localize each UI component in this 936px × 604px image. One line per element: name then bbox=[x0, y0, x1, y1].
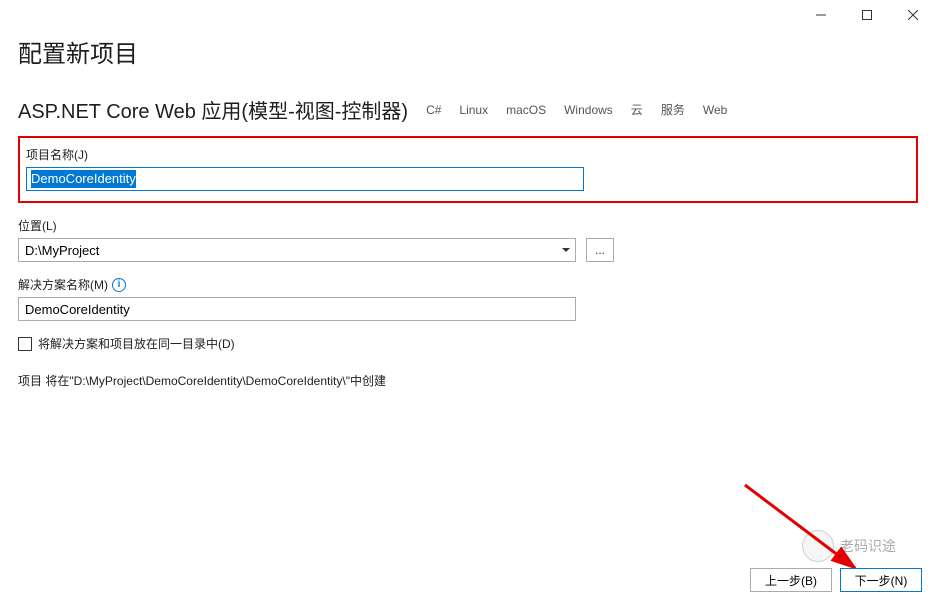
tag: 服务 bbox=[661, 99, 685, 120]
back-button[interactable]: 上一步(B) bbox=[750, 568, 832, 592]
tag: macOS bbox=[506, 101, 546, 119]
watermark-avatar bbox=[802, 530, 834, 562]
minimize-button[interactable] bbox=[798, 0, 844, 30]
location-value: D:\MyProject bbox=[19, 243, 557, 258]
page-title: 配置新项目 bbox=[18, 34, 918, 69]
project-name-label: 项目名称(J) bbox=[26, 146, 906, 163]
footer-buttons: 上一步(B) 下一步(N) bbox=[750, 568, 922, 592]
tag: 云 bbox=[631, 99, 643, 120]
tag: Web bbox=[703, 101, 727, 119]
solution-name-label-text: 解决方案名称(M) bbox=[18, 276, 108, 293]
location-label: 位置(L) bbox=[18, 217, 918, 234]
watermark: 老码识途 bbox=[802, 530, 896, 562]
browse-button[interactable]: ... bbox=[586, 238, 614, 262]
project-path-info: 项目 将在"D:\MyProject\DemoCoreIdentity\Demo… bbox=[18, 372, 918, 389]
tag: C# bbox=[426, 101, 441, 119]
same-directory-label: 将解决方案和项目放在同一目录中(D) bbox=[38, 335, 235, 352]
template-header: ASP.NET Core Web 应用(模型-视图-控制器) C# Linux … bbox=[18, 95, 918, 124]
maximize-button[interactable] bbox=[844, 0, 890, 30]
tag: Windows bbox=[564, 101, 613, 119]
dropdown-arrow-icon[interactable] bbox=[557, 239, 575, 261]
tag: Linux bbox=[459, 101, 488, 119]
solution-name-label: 解决方案名称(M) i bbox=[18, 276, 918, 293]
info-icon[interactable]: i bbox=[112, 278, 126, 292]
project-name-value: DemoCoreIdentity bbox=[31, 170, 136, 188]
window-titlebar bbox=[0, 0, 936, 30]
location-combo[interactable]: D:\MyProject bbox=[18, 238, 576, 262]
solution-name-input[interactable] bbox=[18, 297, 576, 321]
project-name-highlight: 项目名称(J) DemoCoreIdentity bbox=[18, 136, 918, 203]
close-button[interactable] bbox=[890, 0, 936, 30]
watermark-text: 老码识途 bbox=[840, 536, 896, 556]
template-name: ASP.NET Core Web 应用(模型-视图-控制器) bbox=[18, 95, 408, 124]
next-button[interactable]: 下一步(N) bbox=[840, 568, 922, 592]
project-name-input[interactable]: DemoCoreIdentity bbox=[26, 167, 584, 191]
same-directory-checkbox[interactable] bbox=[18, 337, 32, 351]
